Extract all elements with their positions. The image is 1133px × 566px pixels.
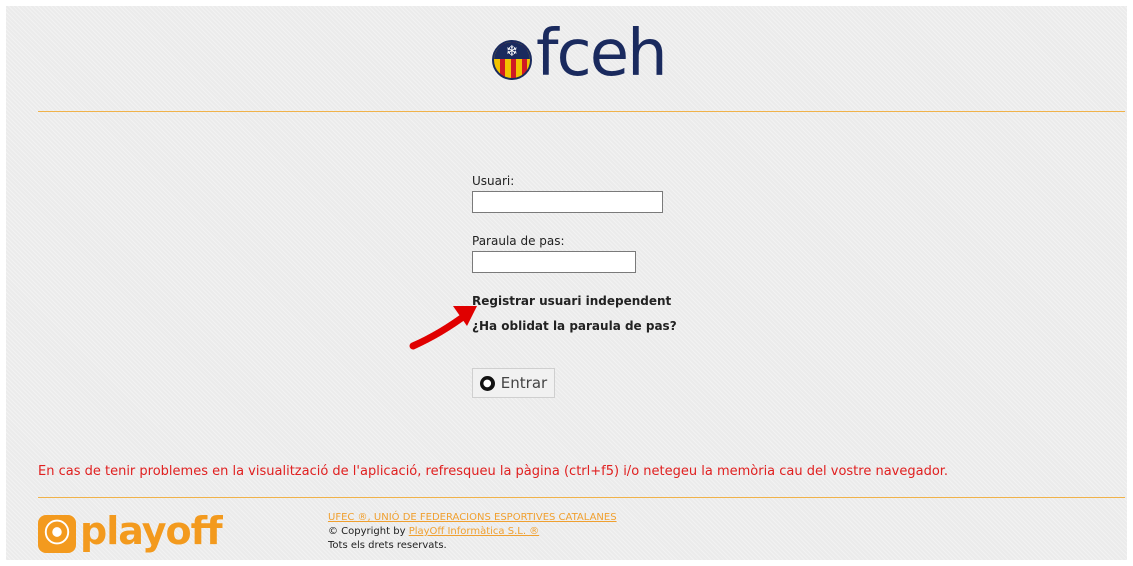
rights-text: Tots els drets reservats. [328, 540, 447, 551]
forgot-password-link[interactable]: ¿Ha oblidat la paraula de pas? [472, 319, 677, 333]
playoff-logo: ⦿ playoff [38, 509, 238, 558]
login-button-label: Entrar [500, 374, 548, 392]
fceh-logo: ❄ fceh [492, 17, 682, 91]
keyhole-icon: ● [479, 375, 495, 391]
playoff-company-link[interactable]: PlayOff Informàtica S.L. ® [409, 526, 539, 537]
playoff-logo-text: playoff [80, 509, 223, 553]
footer-divider [38, 497, 1125, 498]
red-arrow-annotation [409, 306, 477, 350]
register-link[interactable]: Registrar usuari independent [472, 294, 671, 308]
login-page: ❄ fceh Usuari: Paraula de pas: Registrar… [6, 6, 1127, 560]
username-label: Usuari: [472, 174, 515, 188]
playoff-mark-icon: ⦿ [38, 515, 76, 553]
password-input[interactable] [472, 251, 636, 273]
browser-warning: En cas de tenir problemes en la visualit… [38, 464, 949, 479]
logo-text: fceh [536, 17, 668, 91]
copyright-prefix: © Copyright by [328, 526, 406, 537]
username-input[interactable] [472, 191, 663, 213]
header-divider [38, 111, 1125, 112]
snowflake-emblem-icon: ❄ [492, 40, 532, 80]
password-label: Paraula de pas: [472, 234, 565, 248]
footer-text: UFEC ®, UNIÓ DE FEDERACIONS ESPORTIVES C… [328, 511, 617, 553]
login-button[interactable]: ● Entrar [472, 368, 555, 398]
ufec-link[interactable]: UFEC ®, UNIÓ DE FEDERACIONS ESPORTIVES C… [328, 512, 617, 523]
